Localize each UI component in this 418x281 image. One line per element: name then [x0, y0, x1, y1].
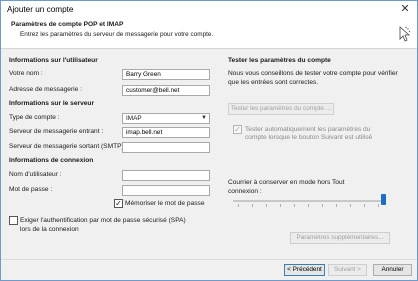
password-label: Mot de passe : [9, 186, 53, 193]
incoming-server-field[interactable] [122, 127, 210, 138]
add-account-dialog: Ajouter un compte ✕ Paramètres de compte… [0, 0, 418, 281]
test-desc-line2: que les entrées sont correctes. [228, 79, 319, 86]
slider-tick [308, 204, 309, 207]
window-title: Ajouter un compte [7, 5, 74, 14]
next-button[interactable]: Suivant > [328, 264, 367, 276]
spa-checkbox[interactable] [9, 216, 18, 225]
test-desc-line1: Nous vous conseillons de tester votre co… [228, 70, 398, 77]
cancel-button[interactable]: Annuler [373, 264, 412, 276]
auto-test-label-line1: Tester automatiquement les paramètres du [245, 126, 371, 133]
slider-track[interactable] [233, 200, 385, 202]
email-field[interactable] [122, 85, 210, 96]
slider-tick [266, 204, 267, 207]
spa-label-line1: Exiger l'authentification par mot de pas… [20, 217, 186, 224]
spa-label-line2: lors de la connexion [20, 226, 79, 233]
test-settings-heading: Tester les paramètres du compte [228, 57, 331, 64]
password-field[interactable] [122, 185, 210, 196]
test-settings-button[interactable]: Tester les paramètres du compte ... [228, 103, 334, 115]
user-info-heading: Informations sur l'utilisateur [9, 57, 98, 64]
checkmark-icon: ✓ [234, 125, 241, 134]
slider-tick [294, 204, 295, 207]
slider-tick [378, 204, 379, 207]
outgoing-server-label: Serveur de messagerie sortant (SMTP) : [9, 143, 128, 150]
auto-test-checkbox[interactable]: ✓ [233, 125, 242, 134]
mouse-cursor-icon [399, 26, 411, 42]
checkmark-icon: ✓ [115, 199, 122, 208]
slider-tick [252, 204, 253, 207]
username-field[interactable] [122, 170, 210, 181]
header-subtitle: Entrez les paramètres du serveur de mess… [20, 31, 214, 38]
slider-tick [364, 204, 365, 207]
chevron-down-icon: ▼ [201, 115, 207, 121]
name-label: Votre nom : [9, 70, 43, 77]
slider-tick [322, 204, 323, 207]
email-label: Adresse de messagerie : [9, 86, 82, 93]
account-type-value: IMAP [126, 115, 142, 122]
remember-password-checkbox[interactable]: ✓ [114, 199, 123, 208]
account-type-select[interactable]: IMAP ▼ [122, 113, 210, 124]
offline-mail-label-line2: connexion : [228, 188, 262, 195]
slider-tick [280, 204, 281, 207]
slider-tick [336, 204, 337, 207]
slider-thumb[interactable] [381, 194, 386, 205]
auto-test-label-line2: compte lorsque le bouton Suivant est uti… [245, 134, 373, 141]
account-type-label: Type de compte : [9, 114, 60, 121]
more-settings-button[interactable]: Paramètres supplémentaires... [290, 232, 390, 244]
footer-divider [1, 259, 417, 260]
server-info-heading: Informations sur le serveur [9, 100, 95, 107]
login-info-heading: Informations de connexion [9, 157, 94, 164]
dialog-header: Paramètres de compte POP et IMAP Entrez … [1, 18, 417, 49]
name-field[interactable] [122, 69, 210, 80]
slider-tick [238, 204, 239, 207]
offline-mail-value: Tout [332, 179, 345, 186]
slider-tick [350, 204, 351, 207]
title-bar: Ajouter un compte ✕ [1, 1, 417, 18]
remember-password-label: Mémoriser le mot de passe [125, 200, 205, 207]
incoming-server-label: Serveur de messagerie entrant : [9, 128, 104, 135]
close-icon[interactable]: ✕ [399, 3, 411, 15]
back-button[interactable]: < Précédent [284, 264, 325, 276]
username-label: Nom d'utilisateur : [9, 171, 62, 178]
header-title: Paramètres de compte POP et IMAP [11, 21, 124, 28]
outgoing-server-field[interactable] [122, 142, 210, 153]
offline-mail-label-line1: Courrier à conserver en mode hors [228, 179, 331, 186]
